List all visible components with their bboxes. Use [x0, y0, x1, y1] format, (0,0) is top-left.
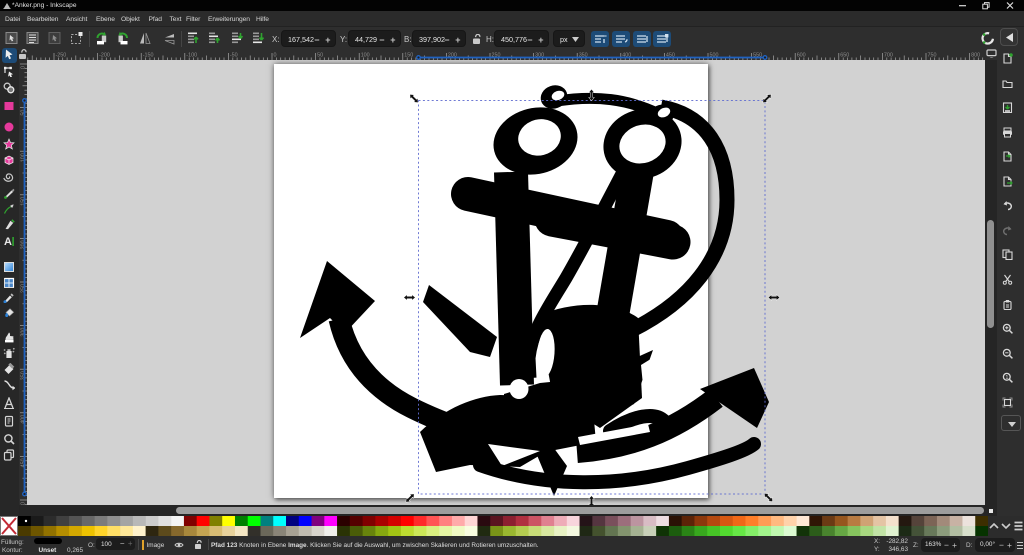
svg-text:100: 100 — [21, 153, 27, 162]
svg-text:200: 200 — [21, 240, 27, 249]
svg-text:700: 700 — [884, 53, 893, 59]
svg-text:750: 750 — [928, 53, 937, 59]
svg-text:600: 600 — [797, 53, 806, 59]
svg-text:450: 450 — [21, 458, 27, 467]
svg-text:A: A — [4, 236, 12, 247]
svg-text:-150: -150 — [143, 53, 154, 59]
svg-text:50: 50 — [21, 110, 27, 116]
svg-text:-100: -100 — [186, 53, 197, 59]
svg-text:0: 0 — [274, 53, 277, 59]
svg-text:1: 1 — [1005, 375, 1008, 381]
svg-text:300: 300 — [21, 328, 27, 337]
svg-text:-200: -200 — [99, 53, 110, 59]
svg-text:0: 0 — [21, 66, 27, 69]
svg-text:400: 400 — [21, 415, 27, 424]
svg-text:150: 150 — [404, 53, 413, 59]
svg-text:-50: -50 — [230, 53, 238, 59]
svg-text:350: 350 — [21, 371, 27, 380]
svg-text:100: 100 — [361, 53, 370, 59]
svg-text:50: 50 — [317, 53, 323, 59]
svg-text:800: 800 — [971, 53, 980, 59]
svg-text:-250: -250 — [56, 53, 67, 59]
svg-text:150: 150 — [21, 197, 27, 206]
svg-text:650: 650 — [840, 53, 849, 59]
svg-text:250: 250 — [21, 284, 27, 293]
